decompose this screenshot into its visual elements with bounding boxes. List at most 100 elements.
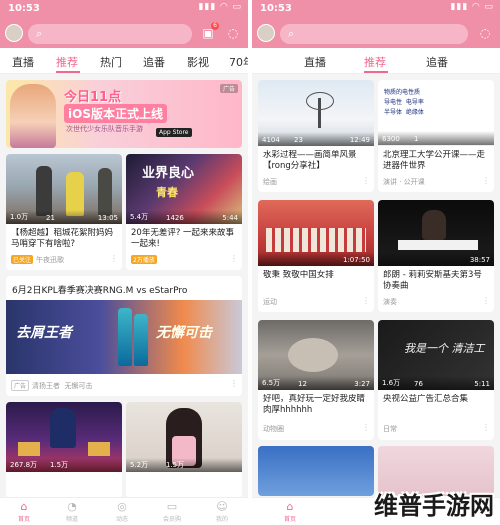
- video-stats: 1.0万 21 13:05: [6, 210, 122, 224]
- avatar[interactable]: [5, 24, 23, 42]
- more-icon[interactable]: ⋮: [362, 296, 370, 305]
- danmaku-count: 1: [414, 135, 419, 143]
- more-icon[interactable]: ⋮: [362, 423, 370, 432]
- tab-hot[interactable]: 热门: [100, 54, 122, 70]
- video-card[interactable]: 5.2万 1.5万: [126, 402, 242, 498]
- video-card[interactable]: 6.5万 12 3:27 好吧，真好玩一定好我皮睛肉厚hhhhhh 动物圈 ⋮: [258, 320, 374, 440]
- video-title: 20年无差评? 一起来来故事一起来!: [131, 228, 235, 249]
- avatar[interactable]: [257, 24, 275, 42]
- tab-recommend[interactable]: 推荐: [56, 54, 78, 70]
- more-icon[interactable]: ⋮: [482, 296, 490, 305]
- sponsored-title: 6月2日KPL春季赛决赛RNG.M vs eStarPro: [12, 286, 188, 296]
- nav-home[interactable]: ⌂ 首页: [270, 500, 310, 523]
- tab-live[interactable]: 直播: [304, 54, 326, 70]
- app-header: 10:53 ▮▮▮ ◠ ▭ ⌕ ▣ 6 ◌: [0, 0, 248, 48]
- video-category: 日常: [383, 425, 397, 433]
- video-thumbnail: 267.8万 1.5万: [6, 402, 122, 472]
- nav-home[interactable]: ⌂ 首页: [4, 500, 44, 523]
- top-tabs: 直播 推荐 热门 追番 影视 70年: [0, 48, 248, 74]
- nav-shop[interactable]: ▭ 会员购: [152, 500, 192, 523]
- video-card[interactable]: 1.0万 21 13:05 【杨超越】稻城花絮附妈妈马哨穿下有啥啦? 已关注 午夜…: [6, 154, 122, 270]
- profile-icon: ☺: [216, 500, 228, 513]
- video-thumbnail: 1:07:50: [258, 200, 374, 266]
- site-watermark: 维普手游网: [374, 492, 494, 520]
- video-title: 央视公益广告汇总合集: [383, 394, 469, 404]
- ad-slogan: 无懈可击: [64, 382, 93, 390]
- danmaku-count: 1.5万: [50, 461, 69, 469]
- tab-bangumi[interactable]: 追番: [143, 54, 165, 70]
- tab-indicator: [56, 71, 80, 73]
- view-count: 6.5万: [262, 379, 281, 387]
- bottom-nav: ⌂ 首页 ◔ 频道 ◎ 动态 ▭ 会员购 ☺ 我的: [0, 497, 248, 525]
- nav-activity[interactable]: ◎ 动态: [102, 500, 142, 523]
- banner-headline: 今日11点: [64, 90, 122, 105]
- more-icon[interactable]: ⋮: [230, 254, 238, 263]
- more-icon[interactable]: ⋮: [362, 176, 370, 185]
- status-icons: ▮▮▮ ◠ ▭: [450, 2, 494, 12]
- view-count: 6300: [382, 135, 400, 143]
- message-icon[interactable]: ◌: [225, 25, 241, 41]
- video-title: 水彩过程——画简单风景【rong分享社】: [263, 150, 357, 171]
- danmaku-count: 1.5万: [166, 461, 185, 469]
- view-count: 267.8万: [10, 461, 38, 469]
- video-title: 好吧，真好玩一定好我皮睛肉厚hhhhhh: [263, 394, 366, 415]
- search-input[interactable]: ⌕: [28, 24, 192, 44]
- video-category: 演奏: [383, 298, 397, 306]
- video-card[interactable]: 我是一个 清洁工 1.6万 76 5:11 央视公益广告汇总合集 日常 ⋮: [378, 320, 494, 440]
- banner-subheadline: iOS版本正式上线: [64, 104, 167, 123]
- video-thumbnail: 6.5万 12 3:27: [258, 320, 374, 390]
- video-title: 【杨超越】稻城花絮附妈妈马哨穿下有啥啦?: [11, 228, 114, 249]
- ad-slogan-left: 去屑王者: [16, 325, 72, 341]
- video-card[interactable]: 38:57 郎朗 - 莉莉安斯基夫第3号协奏曲 演奏 ⋮: [378, 200, 494, 312]
- status-bar: 10:53 ▮▮▮ ◠ ▭: [252, 0, 500, 18]
- app-header: 10:53 ▮▮▮ ◠ ▭ ⌕ ◌: [252, 0, 500, 48]
- danmaku-count: 12: [298, 380, 307, 388]
- sponsored-card[interactable]: 6月2日KPL春季赛决赛RNG.M vs eStarPro 去屑王者 无懈可击 …: [6, 276, 242, 396]
- nav-channel[interactable]: ◔ 频道: [52, 500, 92, 523]
- video-meta: 已关注 午夜迅歌: [11, 255, 64, 265]
- banner-caption: 次世代少女乐队音乐手游: [66, 125, 143, 133]
- search-input[interactable]: ⌕: [280, 24, 468, 44]
- right-phone-screen: 10:53 ▮▮▮ ◠ ▭ ⌕ ◌ 直播 推荐 追番 4104 23 12:49…: [252, 0, 500, 525]
- play-count-tag: 2万播放: [131, 255, 157, 264]
- video-category: 绘画: [263, 178, 277, 186]
- video-duration: 5:11: [474, 380, 490, 388]
- lecture-slide-text: 物质的电性质 导电性 电导率 半导体 绝缘体: [384, 89, 424, 116]
- video-meta: 2万播放: [131, 255, 160, 264]
- tab-indicator: [364, 71, 388, 73]
- video-card[interactable]: [258, 446, 374, 496]
- video-card[interactable]: 物质的电性质 导电性 电导率 半导体 绝缘体 6300 1 北京理工大学公开课—…: [378, 80, 494, 192]
- more-icon[interactable]: ⋮: [482, 423, 490, 432]
- video-duration: 5:44: [222, 214, 238, 222]
- tab-live[interactable]: 直播: [12, 54, 34, 70]
- video-card[interactable]: 1:07:50 敬秉 致敬中国女排 运动 ⋮: [258, 200, 374, 312]
- video-title: 郎朗 - 莉莉安斯基夫第3号协奏曲: [383, 270, 482, 291]
- channel-icon: ◔: [67, 500, 77, 513]
- tab-bangumi[interactable]: 追番: [426, 54, 448, 70]
- more-icon[interactable]: ⋮: [110, 254, 118, 263]
- nav-profile[interactable]: ☺ 我的: [202, 500, 242, 523]
- message-icon[interactable]: ◌: [477, 25, 493, 41]
- video-card[interactable]: 4104 23 12:49 水彩过程——画简单风景【rong分享社】 绘画 ⋮: [258, 80, 374, 192]
- notification-badge: 6: [211, 22, 219, 30]
- tab-70th[interactable]: 70年: [229, 54, 248, 70]
- video-duration: 12:49: [349, 136, 370, 144]
- status-bar: 10:53 ▮▮▮ ◠ ▭: [0, 0, 248, 18]
- more-icon[interactable]: ⋮: [230, 379, 238, 388]
- view-count: 1.0万: [10, 213, 29, 221]
- view-count: 4104: [262, 136, 280, 144]
- video-stats: 1:07:50: [258, 252, 374, 266]
- app-store-badge: App Store: [156, 128, 192, 137]
- danmaku-count: 1426: [166, 214, 184, 222]
- video-card[interactable]: 267.8万 1.5万: [6, 402, 122, 498]
- status-icons: ▮▮▮ ◠ ▭: [198, 2, 242, 12]
- video-duration: 1:07:50: [343, 256, 370, 264]
- more-icon[interactable]: ⋮: [482, 176, 490, 185]
- promo-banner[interactable]: 今日11点 iOS版本正式上线 次世代少女乐队音乐手游 App Store 广告: [6, 80, 242, 148]
- tab-recommend[interactable]: 推荐: [364, 54, 386, 70]
- video-category: 动物圈: [263, 425, 284, 433]
- tab-film[interactable]: 影视: [187, 54, 209, 70]
- video-card[interactable]: 业界良心 青春 5.4万 1426 5:44 20年无差评? 一起来来故事一起来…: [126, 154, 242, 270]
- video-thumbnail: 业界良心 青春 5.4万 1426 5:44: [126, 154, 242, 224]
- home-icon: ⌂: [286, 500, 294, 513]
